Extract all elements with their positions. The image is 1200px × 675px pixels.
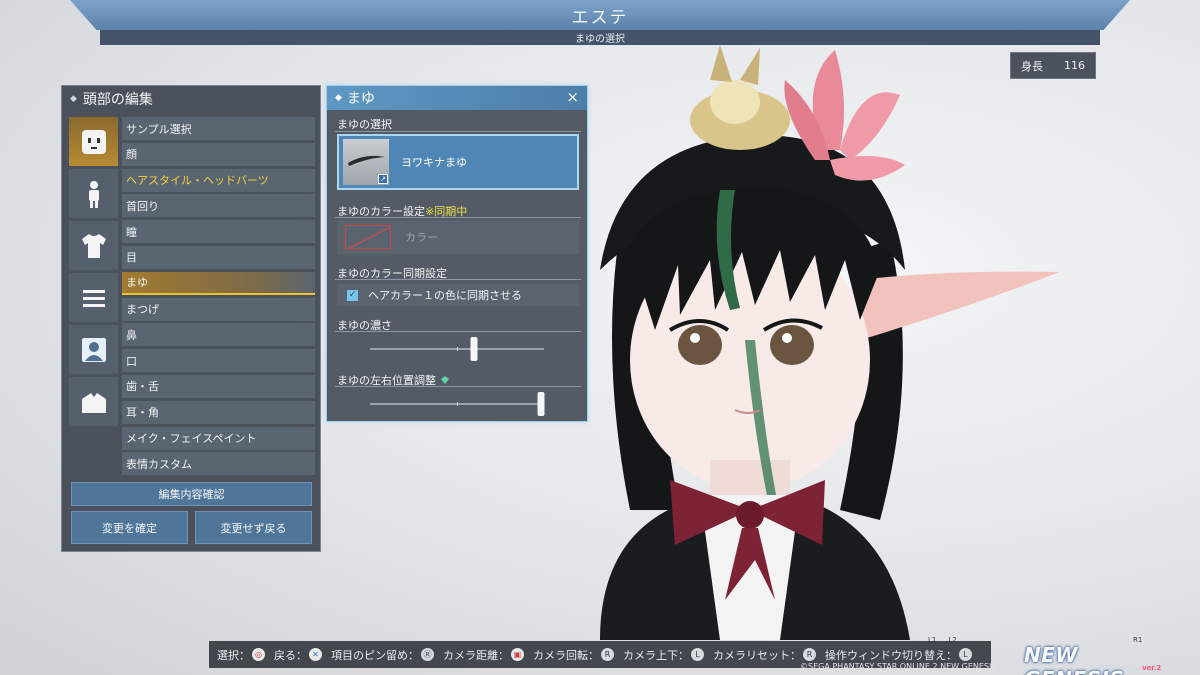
control-hint: カメラ上下： L <box>623 647 704 663</box>
head-edit-menu: サンプル選択顔ヘアスタイル・ヘッドパーツ 首回り瞳目まゆ まつげ鼻口歯・舌 耳・角 メイ… <box>122 117 315 478</box>
menu-item[interactable]: メイク・フェイスペイント <box>122 426 315 450</box>
divider <box>335 386 581 387</box>
controller-button-icon: R <box>601 648 614 661</box>
apply-changes-button[interactable]: 変更を確定 <box>71 511 188 544</box>
sync-checkbox[interactable]: ✓ <box>347 289 358 301</box>
slider-center-tick <box>457 347 458 351</box>
left-panel-buttons: 編集内容確認 変更を確定 変更せず戻る <box>71 482 312 544</box>
logo-version: ver.2 <box>1142 664 1162 672</box>
eyebrow-panel: ◆ まゆ × まゆの選択 ↗ ヨワキナまゆ まゆのカラー設定※同期中 カラー ま… <box>326 85 588 422</box>
copyright-text: ©SEGA PHANTASY STAR ONLINE 2 NEW GENESIS <box>800 662 997 671</box>
portrait-icon[interactable] <box>69 325 118 374</box>
screen-title: エステ <box>70 0 1130 30</box>
review-edits-button[interactable]: 編集内容確認 <box>71 482 312 506</box>
menu-item[interactable]: 首回り <box>122 194 315 218</box>
menu-item[interactable]: 口 <box>122 349 315 373</box>
control-hint-label: 項目のピン留め： <box>331 648 419 662</box>
control-hint: 戻る： ✕ <box>274 647 322 663</box>
density-slider[interactable] <box>370 337 544 361</box>
eyebrow-panel-header: ◆ まゆ × <box>327 86 587 110</box>
item-badge-icon: ↗ <box>378 174 388 184</box>
confirm-button-row: 変更を確定 変更せず戻る <box>71 511 312 544</box>
control-hint-label: 戻る： <box>274 648 307 662</box>
controller-button-icon: ◎ <box>252 648 265 661</box>
controller-button-icon: R <box>803 648 816 661</box>
divider <box>335 279 581 280</box>
clothes-icon[interactable] <box>69 221 118 270</box>
controller-button-icon: L <box>691 648 704 661</box>
controller-button-icon: ▣ <box>511 648 524 661</box>
control-hint: 選択： ◎ <box>217 647 265 663</box>
control-hint: カメラ回転： R <box>533 647 614 663</box>
color-button-label: カラー <box>405 231 438 244</box>
menu-item[interactable]: 表情カスタム <box>122 452 315 476</box>
controller-button-icon: ✕ <box>309 648 322 661</box>
menu-item[interactable]: ヘアスタイル・ヘッドパーツ <box>122 168 315 192</box>
control-hint-label: カメラ距離： <box>443 648 509 662</box>
color-swatch-disabled <box>345 225 391 249</box>
eyebrow-select-button[interactable]: ↗ ヨワキナまゆ <box>337 134 579 190</box>
position-slider[interactable] <box>370 392 545 416</box>
sync-checkbox-label: ヘアカラー１の色に同期させる <box>368 289 522 302</box>
control-hint-label: カメラリセット： <box>713 648 801 662</box>
menu-item[interactable]: 顔 <box>122 142 315 166</box>
eyebrow-select-label: まゆの選択 <box>337 118 392 131</box>
accessory-icon[interactable] <box>69 377 118 426</box>
divider <box>335 217 581 218</box>
discard-changes-button[interactable]: 変更せず戻る <box>195 511 312 544</box>
head-edit-title: 頭部の編集 <box>82 92 153 108</box>
menu-item[interactable]: 目 <box>122 245 315 269</box>
head-edit-header: ◆ 頭部の編集 <box>62 86 320 112</box>
head-edit-panel: ◆ 頭部の編集 サンプル選択顔ヘアスタイル・ヘッドパーツ 首回り瞳目まゆ まつげ鼻口… <box>61 85 321 552</box>
control-hint-label: カメラ回転： <box>533 648 599 662</box>
controller-button-icon: L <box>959 648 972 661</box>
eyebrow-thumbnail: ↗ <box>343 139 389 185</box>
divider <box>335 131 581 132</box>
control-hint-label: 操作ウィンドウ切り替え： <box>825 648 957 662</box>
hair-color-sync-option[interactable]: ✓ ヘアカラー１の色に同期させる <box>337 284 579 306</box>
close-icon[interactable]: × <box>566 88 579 106</box>
category-icon-column <box>69 117 118 429</box>
position-slider-thumb[interactable] <box>537 392 545 416</box>
divider <box>335 331 581 332</box>
control-hint: カメラリセット： R <box>713 647 816 663</box>
menu-item[interactable]: サンプル選択 <box>122 117 315 140</box>
control-hint: 項目のピン留め： Ⓡ <box>331 647 434 663</box>
diamond-icon: ◆ <box>70 94 77 104</box>
character-preview <box>600 45 1060 640</box>
face-icon[interactable] <box>69 117 118 166</box>
menu-item[interactable]: 耳・角 <box>122 400 315 424</box>
menu-item[interactable]: まゆ <box>122 271 315 295</box>
eyebrow-panel-title: まゆ <box>346 91 375 107</box>
menu-item[interactable]: まつげ <box>122 297 315 321</box>
control-hint: 操作ウィンドウ切り替え： L <box>825 647 972 663</box>
menu-item[interactable]: 瞳 <box>122 220 315 244</box>
diamond-icon: ◆ <box>335 93 342 103</box>
body-icon[interactable] <box>69 169 118 218</box>
control-hint-label: カメラ上下： <box>623 648 689 662</box>
density-slider-thumb[interactable] <box>470 337 478 361</box>
menu-item[interactable]: 鼻 <box>122 323 315 347</box>
menu-item[interactable]: 歯・舌 <box>122 374 315 398</box>
eyebrow-color-button[interactable]: カラー <box>337 220 579 254</box>
menu-lines-icon[interactable] <box>69 273 118 322</box>
control-hint: カメラ距離： ▣ <box>443 647 524 663</box>
gem-icon <box>440 376 449 384</box>
controller-button-icon: Ⓡ <box>421 648 434 661</box>
eyebrow-name: ヨワキナまゆ <box>401 156 467 169</box>
control-hint-label: 選択： <box>217 648 250 662</box>
slider-center-tick <box>457 402 458 406</box>
